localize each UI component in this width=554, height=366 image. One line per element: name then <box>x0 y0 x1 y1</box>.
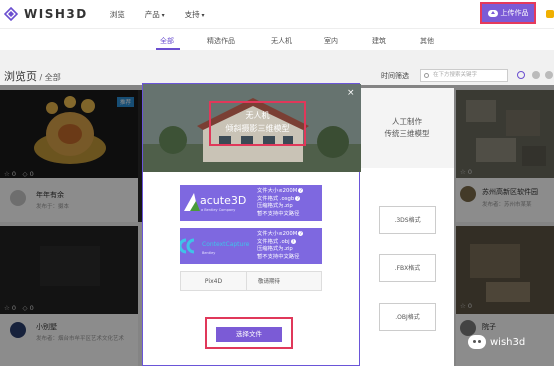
tab-indoor[interactable]: 室内 <box>324 36 338 46</box>
upload-modal: 无人机 倾斜摄影三维模型 × acute3D a Bentley Company… <box>142 83 361 366</box>
close-icon[interactable]: × <box>347 88 355 98</box>
format-fbx-option[interactable]: .FBX格式 <box>379 254 436 282</box>
drone-model-hero: 无人机 倾斜摄影三维模型 × <box>143 84 361 172</box>
format-3ds-option[interactable]: .3DS格式 <box>379 206 436 234</box>
acute3d-logo-sub: a Bentley Company <box>201 208 236 212</box>
help-icon: ? <box>290 238 296 244</box>
search-placeholder: 在下方搜索关键字 <box>433 72 478 78</box>
coming-soon-text: 敬请期待 <box>258 279 281 285</box>
grid-view-icon[interactable] <box>545 71 553 79</box>
clock-icon[interactable] <box>517 71 525 79</box>
tab-featured[interactable]: 精选作品 <box>207 36 235 46</box>
upload-button-label: 上传作品 <box>500 9 529 17</box>
upload-button[interactable]: 上传作品 <box>480 2 536 24</box>
brand-name: WISH3D <box>24 7 88 21</box>
page-title-text: 浏览页 <box>4 70 37 83</box>
choose-file-highlight: 选择文件 <box>205 317 293 349</box>
format-osgb-option[interactable]: acute3D a Bentley Company 文件大小≤200M? 文件格… <box>180 185 322 221</box>
contextcapture-logo-text: ContextCapture <box>202 241 250 248</box>
traditional-line1: 人工制作 <box>392 117 422 126</box>
main-nav: 浏览 产品 支持 <box>110 9 205 20</box>
nav-browse[interactable]: 浏览 <box>110 9 125 20</box>
search-icon <box>424 73 429 78</box>
search-input[interactable]: 在下方搜索关键字 <box>420 69 508 82</box>
top-navbar: WISH3D 浏览 产品 支持 上传作品 <box>0 0 554 28</box>
tab-all[interactable]: 全部 <box>160 36 174 46</box>
help-icon: ? <box>298 188 304 193</box>
acute3d-logo-text: acute3D <box>200 194 247 207</box>
contextcapture-logo: ContextCapture Bentley <box>178 228 252 264</box>
watermark-text: wish3d <box>490 336 526 348</box>
pix4d-option: Pix4D 敬请期待 <box>180 271 322 291</box>
tab-drone[interactable]: 无人机 <box>271 36 292 46</box>
tab-other[interactable]: 其他 <box>420 36 434 46</box>
traditional-model-panel: 人工制作 传统三维模型 .3DS格式 .FBX格式 .OBJ格式 <box>360 88 454 366</box>
page-subtitle: 全部 <box>44 73 61 82</box>
drone-model-title: 无人机 倾斜摄影三维模型 <box>209 101 306 146</box>
hero-line2: 倾斜摄影三维模型 <box>225 124 290 133</box>
cloud-upload-icon <box>487 9 498 17</box>
brand-logo[interactable]: WISH3D <box>4 7 88 21</box>
nav-support[interactable]: 支持 <box>185 9 205 20</box>
choose-file-button[interactable]: 选择文件 <box>216 327 282 342</box>
format-obj-option[interactable]: ContextCapture Bentley 文件大小≤200M? 文件格式 .… <box>178 228 322 264</box>
time-filter-dropdown[interactable]: 时间筛选 <box>381 71 409 81</box>
nav-products[interactable]: 产品 <box>145 9 165 20</box>
wechat-icon <box>468 335 486 349</box>
active-tab-indicator <box>156 48 180 50</box>
wechat-watermark: wish3d <box>468 335 525 349</box>
osgb-requirements: 文件大小≤200M? 文件格式 .osgb? 压缩格式为.zip 暂不支持中文路… <box>257 188 304 217</box>
traditional-model-header: 人工制作 传统三维模型 <box>360 88 454 168</box>
hero-line1: 无人机 <box>245 111 270 120</box>
notification-icon[interactable] <box>546 10 554 18</box>
help-icon: ? <box>295 195 301 201</box>
contextcapture-logo-sub: Bentley <box>202 251 216 255</box>
acute3d-logo: acute3D a Bentley Company <box>180 185 252 221</box>
traditional-line2: 传统三维模型 <box>384 129 430 138</box>
page-title: 浏览页 / 全部 <box>4 70 61 83</box>
category-tabs: 全部 精选作品 无人机 室内 建筑 其他 <box>0 28 554 50</box>
obj-requirements: 文件大小≤200M? 文件格式 .obj? 压缩格式为.zip 暂不支持中文路径 <box>257 231 304 260</box>
tab-architecture[interactable]: 建筑 <box>372 36 386 46</box>
pix4d-logo: Pix4D <box>181 272 247 290</box>
help-icon: ? <box>298 231 304 236</box>
format-obj-option[interactable]: .OBJ格式 <box>379 303 436 331</box>
logo-mark-icon <box>4 7 18 21</box>
sort-icon[interactable] <box>532 71 540 79</box>
